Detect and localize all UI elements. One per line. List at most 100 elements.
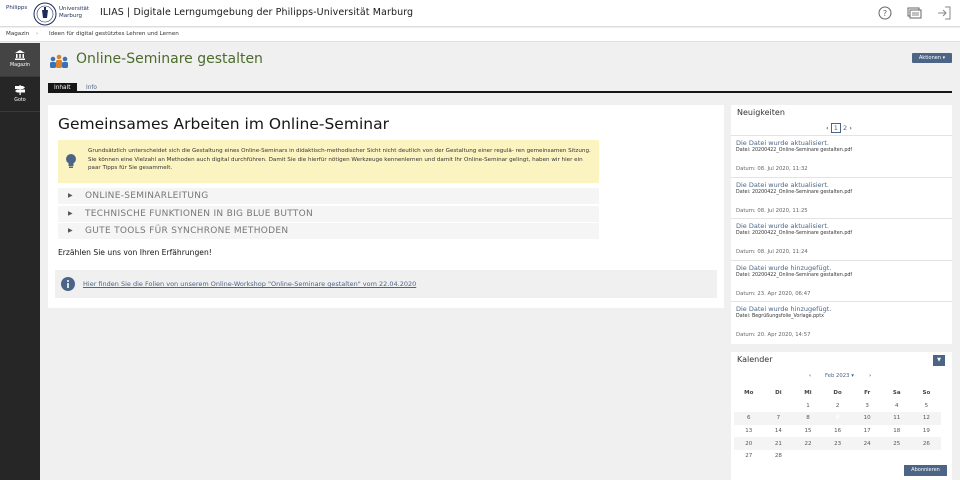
page-current[interactable]: 1 bbox=[830, 123, 841, 133]
calendar-day[interactable]: 20 bbox=[734, 437, 764, 450]
content-heading: Gemeinsames Arbeiten im Online-Seminar bbox=[58, 115, 389, 133]
news-item-title[interactable]: Die Datei wurde aktualisiert. bbox=[736, 181, 829, 189]
breadcrumb-magazin[interactable]: Magazin bbox=[6, 31, 29, 37]
calendar-day[interactable]: 23 bbox=[822, 437, 853, 450]
news-item-title[interactable]: Die Datei wurde aktualisiert. bbox=[736, 139, 829, 147]
breadcrumb-separator-icon: › bbox=[36, 31, 39, 37]
calendar-day[interactable]: 7 bbox=[763, 412, 794, 425]
accordion-item[interactable]: ▶ ONLINE-SEMINARLEITUNG bbox=[58, 188, 599, 204]
news-item[interactable]: Die Datei wurde hinzugefügt. Datei: Begr… bbox=[731, 301, 952, 342]
calendar-title: Kalender bbox=[737, 355, 773, 364]
calendar-day[interactable]: 22 bbox=[793, 437, 823, 450]
news-title: Neuigkeiten bbox=[737, 108, 785, 117]
news-item-date: Datum: 08. Jul 2020, 11:32 bbox=[736, 166, 808, 172]
accordion-label: TECHNISCHE FUNKTIONEN IN BIG BLUE BUTTON bbox=[85, 209, 314, 219]
calendar-day[interactable] bbox=[734, 400, 764, 413]
calendar-day[interactable] bbox=[912, 450, 942, 463]
calendar-day[interactable]: 10 bbox=[852, 412, 882, 425]
main-navigation: Magazin Goto bbox=[0, 43, 40, 480]
news-item-title[interactable]: Die Datei wurde hinzugefügt. bbox=[736, 305, 831, 313]
calendar-day[interactable]: 15 bbox=[793, 425, 823, 438]
tab-info[interactable]: Info bbox=[80, 83, 103, 93]
weekday-label: Do bbox=[833, 390, 842, 397]
calendar-day[interactable]: 1 bbox=[793, 400, 823, 413]
calendar-day[interactable]: 25 bbox=[881, 437, 912, 450]
chevron-left-icon[interactable]: ‹ bbox=[826, 124, 829, 132]
logout-icon[interactable] bbox=[936, 5, 952, 21]
calendar-day[interactable]: 26 bbox=[911, 437, 942, 450]
calendar-day[interactable] bbox=[852, 450, 882, 463]
building-icon bbox=[15, 50, 25, 60]
calendar-day[interactable]: 17 bbox=[852, 425, 882, 438]
news-item-file: Datei: 20200422_Online-Seminare gestalte… bbox=[736, 273, 853, 278]
nav-item-magazin[interactable]: Magazin bbox=[0, 43, 40, 77]
tab-inhalt[interactable]: Inhalt bbox=[48, 83, 77, 93]
actions-button[interactable]: Aktionen ▾ bbox=[912, 53, 952, 63]
calendar-day-today[interactable]: 9 bbox=[822, 412, 853, 425]
calendar-day[interactable]: 14 bbox=[764, 425, 794, 438]
info-text: Grundsätzlich unterscheidet sich die Ges… bbox=[88, 148, 591, 171]
calendar-day[interactable]: 3 bbox=[852, 400, 882, 413]
accordion-item[interactable]: ▶ TECHNISCHE FUNKTIONEN IN BIG BLUE BUTT… bbox=[58, 206, 599, 222]
calendar-day[interactable]: 27 bbox=[734, 450, 764, 463]
calendar-day[interactable]: 4 bbox=[882, 400, 912, 413]
news-item-title[interactable]: Die Datei wurde aktualisiert. bbox=[736, 222, 829, 230]
news-item[interactable]: Die Datei wurde aktualisiert. Datei: 202… bbox=[731, 177, 952, 218]
help-icon[interactable]: ? bbox=[877, 5, 893, 21]
calendar-day[interactable]: 6 bbox=[734, 412, 764, 425]
calendar-day[interactable]: 18 bbox=[882, 425, 912, 438]
news-item[interactable]: Die Datei wurde aktualisiert. Datei: 202… bbox=[731, 218, 952, 259]
slides-link[interactable]: Hier finden Sie die Folien von unserem O… bbox=[83, 280, 416, 288]
calendar-day[interactable]: 16 bbox=[823, 425, 853, 438]
calendar-day[interactable]: 24 bbox=[852, 437, 882, 450]
nav-item-goto[interactable]: Goto bbox=[0, 78, 40, 112]
news-item-title[interactable]: Die Datei wurde hinzugefügt. bbox=[736, 264, 831, 272]
page-title: Online-Seminare gestalten bbox=[76, 51, 263, 67]
weekday-label: Di bbox=[775, 390, 782, 397]
breadcrumb-current[interactable]: Ideen für digital gestütztes Lehren und … bbox=[49, 31, 179, 37]
calendar-day[interactable] bbox=[793, 450, 823, 463]
calendar-day[interactable]: 21 bbox=[763, 437, 794, 450]
chevron-right-icon[interactable]: › bbox=[869, 373, 871, 379]
calendar-day[interactable]: 11 bbox=[881, 412, 912, 425]
chevron-left-icon[interactable]: ‹ bbox=[809, 373, 811, 379]
accordion-label: GUTE TOOLS FÜR SYNCHRONE METHODEN bbox=[85, 226, 289, 236]
lightbulb-icon bbox=[66, 154, 76, 168]
nav-item-magazin-label: Magazin bbox=[10, 63, 30, 68]
subscribe-button[interactable]: Abonnieren bbox=[904, 465, 947, 476]
accordion-item[interactable]: ▶ GUTE TOOLS FÜR SYNCHRONE METHODEN bbox=[58, 223, 599, 239]
calendar-day[interactable] bbox=[823, 450, 853, 463]
calendar-day[interactable]: 2 bbox=[823, 400, 853, 413]
news-item[interactable]: Die Datei wurde aktualisiert. Datei: 202… bbox=[731, 135, 952, 176]
calendar-panel: Kalender ▼ ‹ Feb 2023 ▾ › Mo Di Mi Do Fr… bbox=[731, 352, 952, 480]
calendar-day[interactable]: 12 bbox=[911, 412, 942, 425]
screen-icon[interactable] bbox=[906, 5, 922, 21]
calendar-day[interactable]: 8 bbox=[793, 412, 823, 425]
news-pager: ‹ 1 2 › bbox=[826, 123, 852, 133]
page-next[interactable]: 2 bbox=[843, 124, 847, 132]
news-item-date: Datum: 08. Jul 2020, 11:24 bbox=[736, 249, 808, 255]
tab-bar: Inhalt Info bbox=[48, 83, 952, 93]
calendar-day[interactable] bbox=[764, 400, 794, 413]
caret-right-icon: ▶ bbox=[68, 227, 73, 234]
calendar-day[interactable]: 5 bbox=[912, 400, 942, 413]
calendar-day[interactable]: 19 bbox=[912, 425, 942, 438]
calendar-day[interactable] bbox=[882, 450, 912, 463]
calendar-nav: ‹ Feb 2023 ▾ › bbox=[731, 372, 952, 382]
accordion-label: ONLINE-SEMINARLEITUNG bbox=[85, 191, 209, 201]
logo-text-universitaet: Universität bbox=[59, 6, 90, 12]
calendar-month[interactable]: Feb 2023 ▾ bbox=[825, 373, 854, 379]
calendar-dropdown-icon[interactable]: ▼ bbox=[933, 355, 945, 366]
calendar-day[interactable]: 28 bbox=[764, 450, 794, 463]
news-panel: Neuigkeiten ‹ 1 2 › Die Datei wurde aktu… bbox=[731, 105, 952, 344]
news-item-file: Datei: 20200422_Online-Seminare gestalte… bbox=[736, 190, 853, 195]
chevron-right-icon[interactable]: › bbox=[849, 124, 852, 132]
news-item-date: Datum: 20. Apr 2020, 14:57 bbox=[736, 332, 811, 338]
calendar-day[interactable]: 13 bbox=[734, 425, 764, 438]
weekday-label: Mo bbox=[744, 390, 754, 397]
nav-item-goto-label: Goto bbox=[14, 98, 26, 103]
university-logo[interactable]: Philipps Universität Marburg bbox=[6, 2, 90, 26]
group-icon bbox=[50, 54, 68, 68]
info-box: Grundsätzlich unterscheidet sich die Ges… bbox=[58, 140, 599, 183]
news-item[interactable]: Die Datei wurde hinzugefügt. Datei: 2020… bbox=[731, 260, 952, 301]
